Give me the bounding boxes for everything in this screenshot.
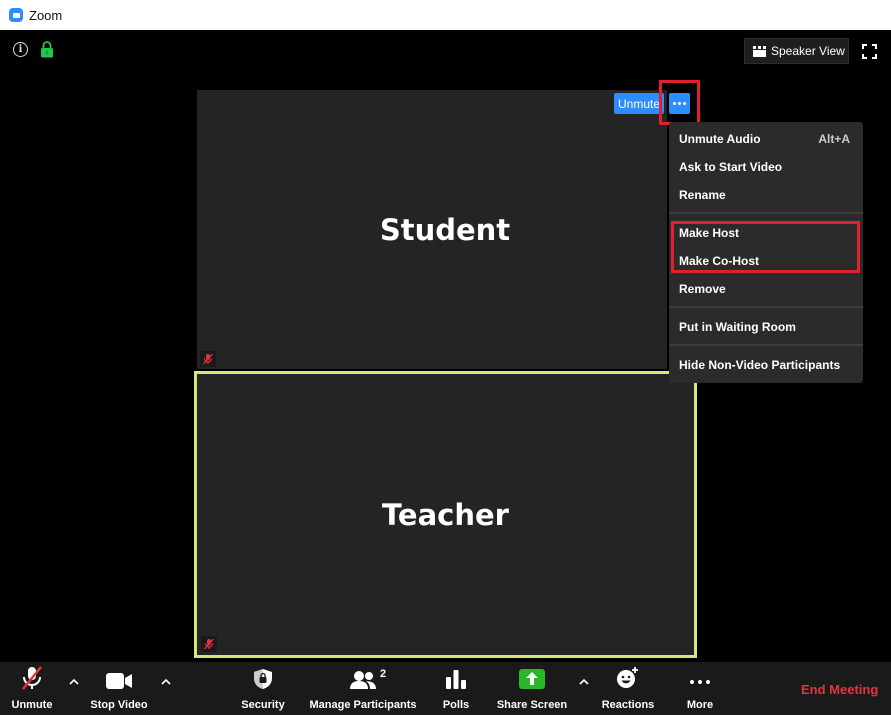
menu-divider [669, 306, 863, 308]
menu-item-remove[interactable]: Remove [679, 282, 726, 296]
polls-button[interactable]: Polls [438, 662, 474, 715]
more-dots-icon [690, 680, 710, 684]
speaker-view-label: Speaker View [771, 44, 845, 58]
title-bar: Zoom [0, 0, 891, 30]
share-screen-button[interactable]: Share Screen [496, 662, 568, 715]
end-meeting-button[interactable]: End Meeting [801, 682, 878, 697]
polls-chart-icon [446, 670, 466, 689]
menu-item-hide-non-video[interactable]: Hide Non-Video Participants [679, 358, 840, 372]
muted-microphone-icon [22, 666, 42, 690]
menu-divider [669, 344, 863, 346]
menu-item-unmute-audio[interactable]: Unmute Audio [679, 132, 761, 146]
chevron-up-icon[interactable] [68, 676, 80, 688]
shield-icon [254, 669, 272, 689]
video-tile-teacher[interactable]: Teacher [194, 371, 697, 658]
menu-item-ask-start-video[interactable]: Ask to Start Video [679, 160, 782, 174]
muted-mic-icon [200, 351, 216, 367]
polls-label: Polls [442, 699, 470, 711]
more-button[interactable]: More [680, 662, 720, 715]
encryption-lock-icon[interactable] [40, 41, 54, 58]
more-label: More [686, 699, 714, 711]
share-screen-label: Share Screen [496, 699, 568, 711]
unmute-button[interactable]: Unmute [6, 662, 58, 715]
participant-name-student: Student [379, 212, 511, 247]
video-camera-icon [106, 673, 132, 689]
stop-video-label: Stop Video [90, 699, 148, 711]
window-title: Zoom [29, 7, 63, 23]
participant-name-teacher: Teacher [382, 497, 509, 532]
manage-participants-label: Manage Participants [309, 699, 417, 711]
share-screen-icon [519, 669, 545, 689]
speaker-view-icon [753, 45, 766, 57]
menu-divider [669, 212, 863, 214]
stop-video-button[interactable]: Stop Video [88, 662, 150, 715]
highlight-box-host [671, 221, 860, 273]
highlight-box-more [659, 80, 700, 125]
reactions-smiley-icon [617, 667, 638, 688]
security-label: Security [241, 699, 285, 711]
participants-icon [350, 671, 376, 689]
ask-unmute-button[interactable]: Unmute [614, 93, 664, 114]
meeting-toolbar: Unmute Stop Video Security Manage Partic… [0, 662, 891, 715]
zoom-app-icon [9, 8, 23, 22]
menu-item-waiting-room[interactable]: Put in Waiting Room [679, 320, 796, 334]
speaker-view-button[interactable]: Speaker View [744, 38, 849, 64]
muted-mic-icon [201, 636, 217, 652]
video-tile-student[interactable]: Student [197, 90, 667, 369]
meeting-area: i Speaker View Student Unmute Teacher Un… [0, 30, 891, 662]
info-icon[interactable]: i [13, 42, 28, 57]
security-button[interactable]: Security [240, 662, 286, 715]
reactions-label: Reactions [601, 699, 655, 711]
menu-item-rename[interactable]: Rename [679, 188, 726, 202]
menu-shortcut-unmute: Alt+A [818, 132, 850, 146]
unmute-label: Unmute [11, 699, 53, 711]
reactions-button[interactable]: Reactions [598, 662, 658, 715]
manage-participants-button[interactable]: Manage Participants [308, 662, 418, 715]
chevron-up-icon[interactable] [578, 676, 590, 688]
fullscreen-icon[interactable] [862, 44, 877, 59]
participant-count-badge: 2 [380, 668, 387, 680]
chevron-up-icon[interactable] [160, 676, 172, 688]
